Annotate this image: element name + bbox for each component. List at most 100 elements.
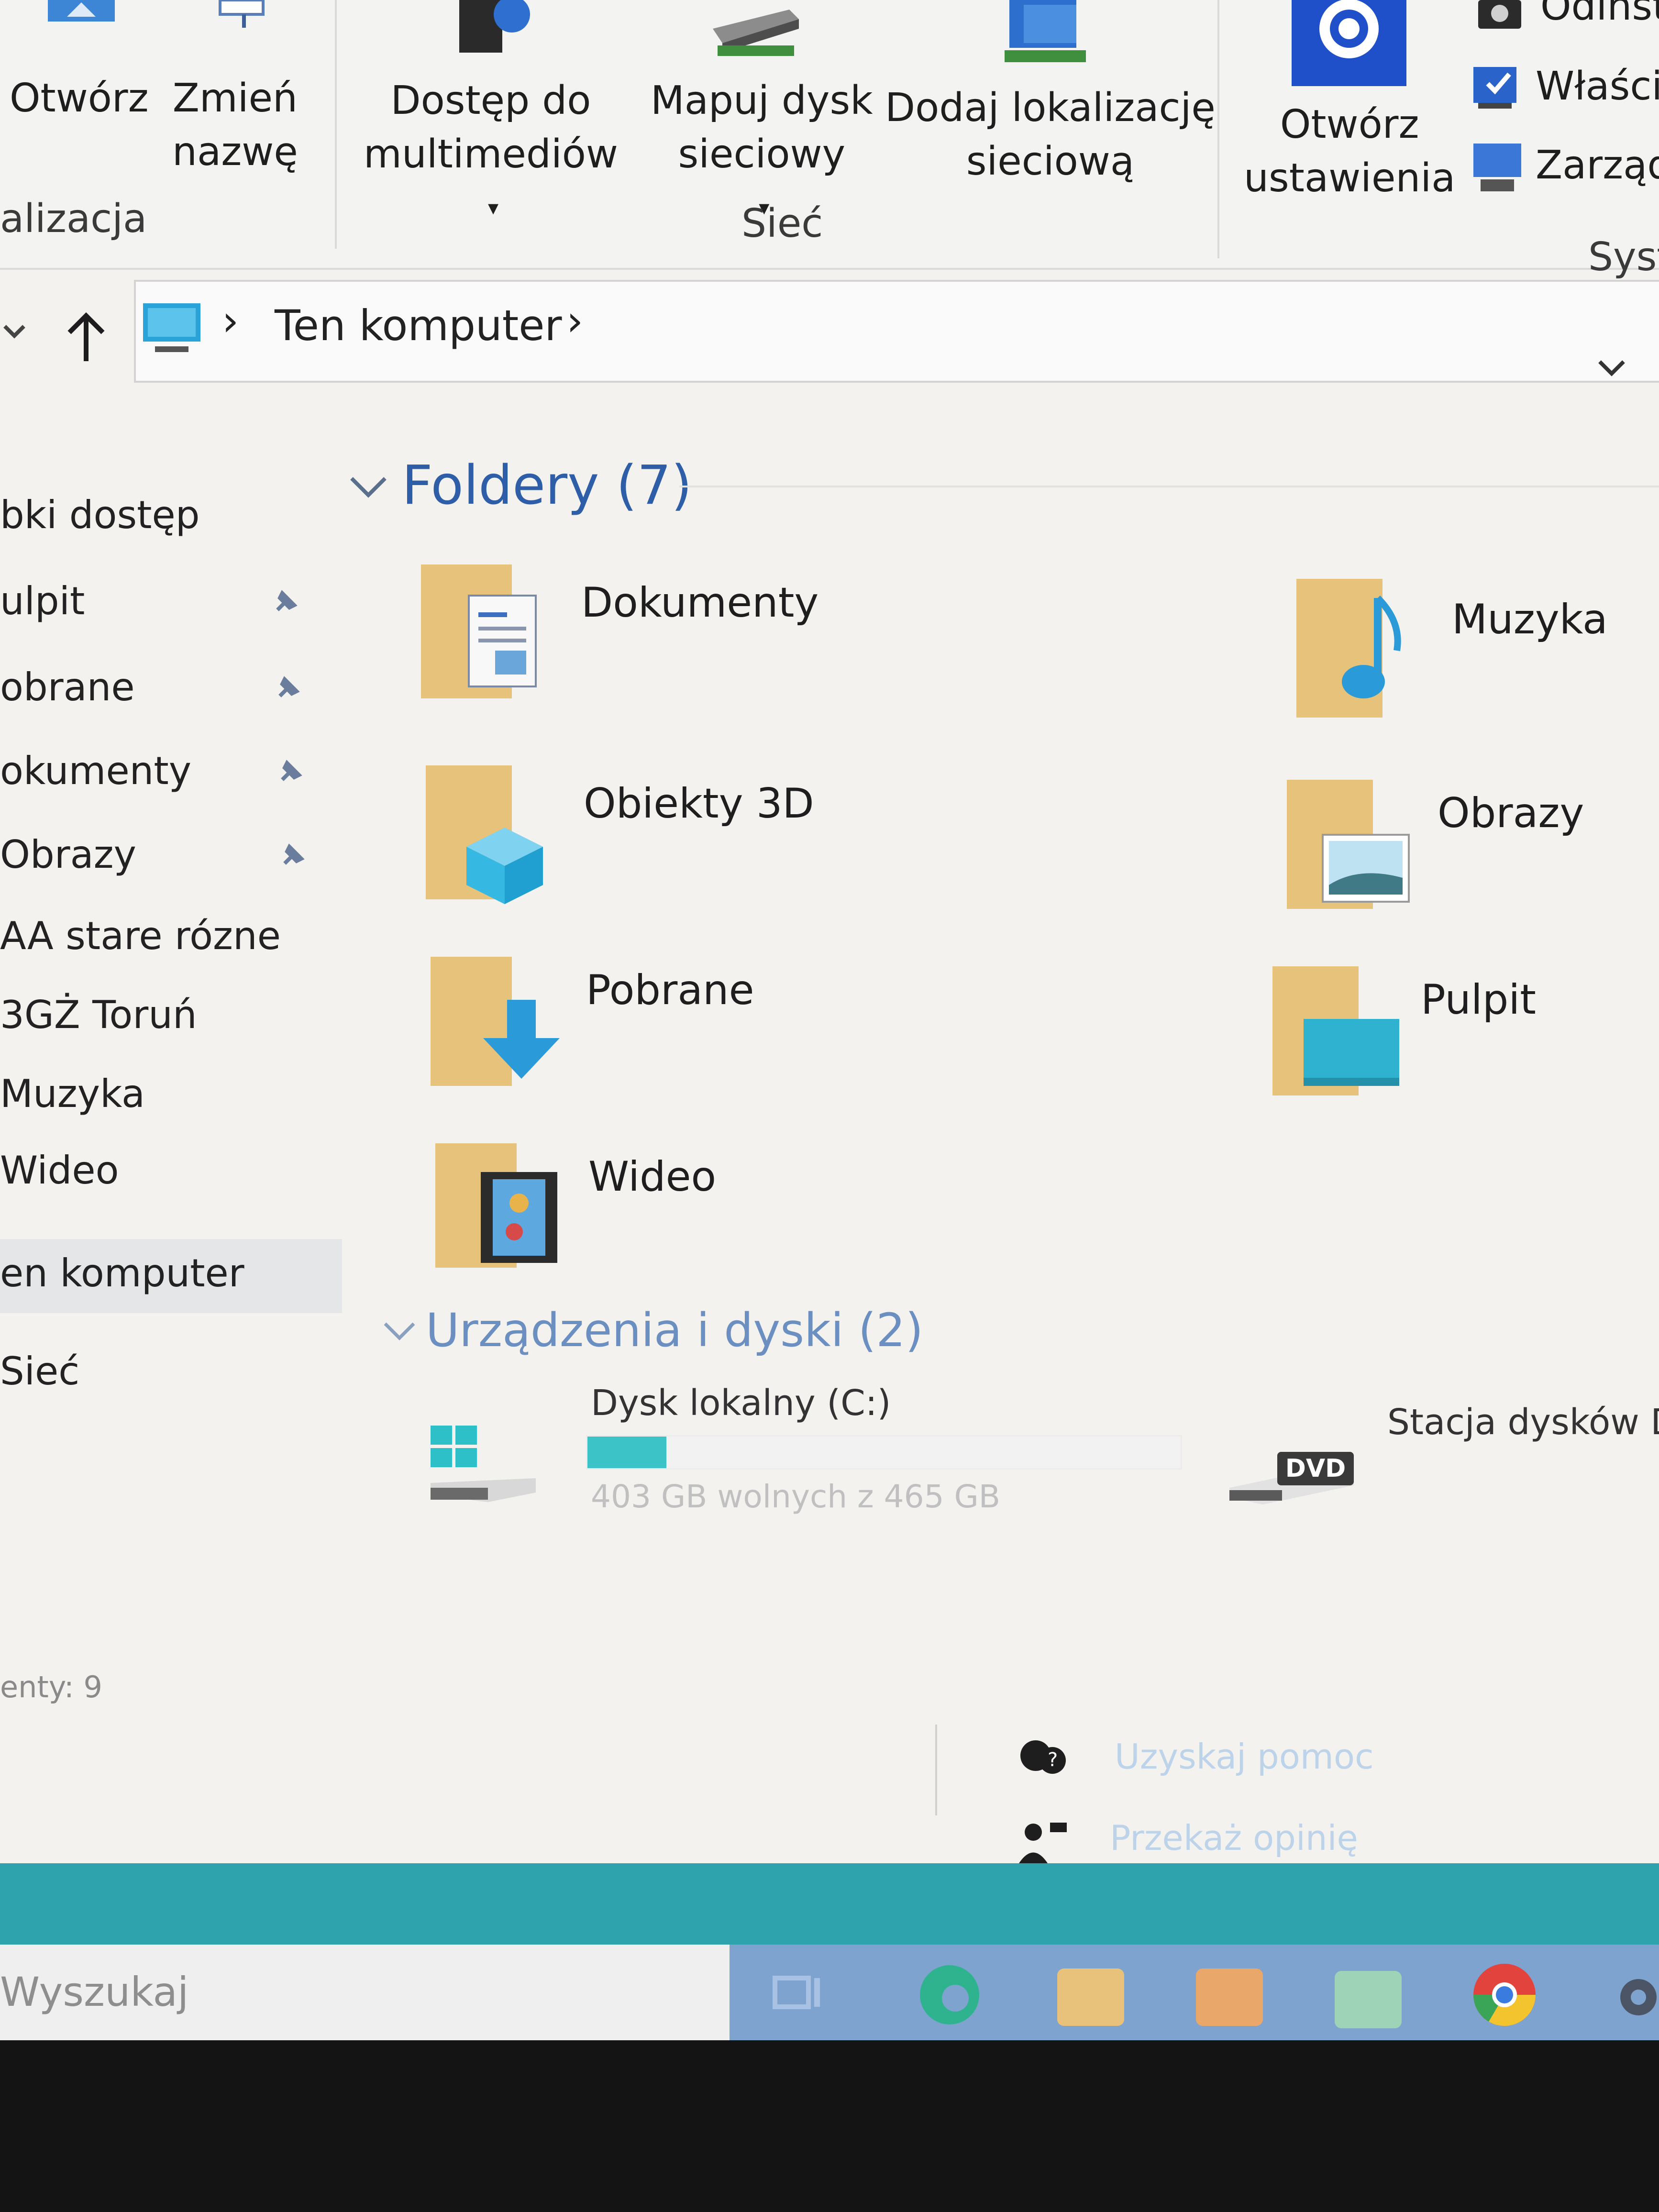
folder-name: Muzyka: [1452, 596, 1608, 643]
uninstall-label: Odinst: [1540, 0, 1659, 29]
system-group-label: Syst: [1588, 234, 1659, 280]
item-count-status: enty: 9: [0, 1670, 102, 1704]
pin-icon: [281, 760, 302, 781]
document-icon: [468, 595, 537, 687]
cube-icon: [466, 828, 543, 904]
map-drive-label-line2: sieciowy: [678, 132, 846, 177]
nav-quick-access[interactable]: bki dostęp: [0, 493, 200, 537]
feedback-person-icon: [1019, 1823, 1067, 1863]
nav-item-desktop[interactable]: ulpit: [0, 579, 85, 623]
settings-gear-icon: [1292, 0, 1406, 86]
nav-item-pictures[interactable]: Obrazy: [0, 832, 136, 877]
accent-band: [0, 1863, 1659, 1945]
this-pc-icon: [143, 303, 200, 352]
ribbon: Otwórz Zmień nazwę alizacja Dostęp do mu…: [0, 0, 1659, 280]
rename-icon: [219, 0, 265, 28]
feedback-link[interactable]: Przekaż opinię: [1110, 1818, 1358, 1858]
network-group-label: Sieć: [741, 201, 823, 246]
disk-usage-bar: [586, 1435, 1182, 1470]
task-view-icon[interactable]: [770, 1971, 828, 2019]
up-arrow-icon[interactable]: [62, 311, 110, 364]
network-location-icon: [1005, 0, 1086, 62]
map-drive-button[interactable]: Mapuj dysk sieciowy ▾: [641, 0, 873, 220]
picture-icon: [1322, 834, 1410, 903]
local-disk-name: Dysk lokalny (C:): [591, 1382, 891, 1424]
folder-name: Pobrane: [586, 966, 754, 1014]
nav-item-aaa-stare-rozne[interactable]: AA stare rózne: [0, 914, 281, 958]
devices-group-header[interactable]: Urządzenia i dyski (2): [426, 1304, 923, 1357]
help-question-icon: ?: [1020, 1740, 1066, 1774]
get-help-link[interactable]: Uzyskaj pomoc: [1115, 1736, 1374, 1777]
settings-gear-icon[interactable]: [1610, 1971, 1659, 2024]
desktop-icon: [1304, 1019, 1399, 1086]
file-explorer-icon[interactable]: [1057, 1969, 1124, 2026]
location-group-label: alizacja: [0, 196, 147, 242]
folder-tile-desktop[interactable]: Pulpit: [1272, 962, 1659, 1105]
dvd-badge: DVD: [1277, 1452, 1354, 1485]
uninstall-icon: [1478, 0, 1521, 29]
folder-tile-videos[interactable]: Wideo: [435, 1139, 866, 1282]
open-button[interactable]: Otwórz: [0, 0, 158, 158]
uninstall-button[interactable]: Odinst: [1469, 0, 1659, 38]
nav-item-bgz-torun[interactable]: 3GŻ Toruń: [0, 993, 197, 1037]
local-disk-free-space: 403 GB wolnych z 465 GB: [591, 1478, 1001, 1515]
rename-button[interactable]: Zmień nazwę: [167, 0, 311, 177]
taskbar-search-box[interactable]: Wyszukaj: [0, 1945, 730, 2040]
folder-name: Wideo: [588, 1153, 717, 1201]
collapse-folders-chevron-icon[interactable]: [347, 471, 390, 500]
dvd-drive-tile[interactable]: DVD Stacja dysków DV: [1225, 1402, 1659, 1526]
settings-label-line1: Otwórz: [1280, 102, 1419, 147]
breadcrumb-this-pc[interactable]: Ten komputer: [275, 301, 562, 350]
collapse-devices-chevron-icon[interactable]: [380, 1318, 419, 1344]
add-location-label-line2: sieciową: [966, 139, 1135, 184]
nav-item-music[interactable]: Muzyka: [0, 1072, 145, 1116]
folder-tile-music[interactable]: Muzyka: [1296, 574, 1659, 727]
store-icon[interactable]: [1196, 1969, 1263, 2026]
add-network-location-button[interactable]: Dodaj lokalizację sieciową: [875, 0, 1216, 191]
properties-icon: [1473, 67, 1516, 109]
folder-name: Pulpit: [1421, 976, 1536, 1024]
open-settings-button[interactable]: Otwórz ustawienia: [1234, 0, 1459, 206]
nav-item-this-pc[interactable]: en komputer: [0, 1251, 244, 1295]
folder-name: Obrazy: [1438, 789, 1584, 837]
ribbon-separator: [1217, 0, 1219, 258]
taskbar-search-placeholder: Wyszukaj: [0, 1969, 189, 2015]
open-label: Otwórz: [10, 76, 149, 121]
media-label-line2: multimediów: [364, 132, 618, 177]
edge-browser-icon[interactable]: [911, 1964, 988, 2026]
pin-icon: [278, 676, 300, 697]
nav-item-documents[interactable]: okumenty: [0, 749, 191, 793]
folder-tile-downloads[interactable]: Pobrane: [431, 952, 861, 1100]
pin-icon: [283, 843, 305, 865]
folders-group-header[interactable]: Foldery (7): [402, 454, 692, 517]
music-note-icon: [1342, 596, 1401, 698]
address-bar[interactable]: › Ten komputer ›: [134, 280, 1659, 383]
folder-tile-pictures[interactable]: Obrazy: [1287, 775, 1659, 918]
ribbon-separator: [335, 0, 337, 249]
media-access-button[interactable]: Dostęp do multimediów ▾: [354, 0, 636, 220]
manage-computer-icon: [1473, 144, 1521, 191]
disk-usage-fill: [587, 1437, 666, 1468]
settings-label-line2: ustawienia: [1244, 155, 1456, 201]
media-dropdown-caret: ▾: [487, 196, 499, 220]
properties-button[interactable]: Właściw: [1464, 62, 1659, 115]
address-dropdown-chevron-icon[interactable]: [1595, 356, 1628, 380]
chrome-browser-icon[interactable]: [1469, 1961, 1540, 2028]
nav-item-downloads[interactable]: obrane: [0, 665, 135, 709]
nav-item-network[interactable]: Sieć: [0, 1349, 79, 1394]
mail-icon[interactable]: [1335, 1971, 1402, 2028]
folder-name: Dokumenty: [581, 579, 819, 627]
network-drive-icon: [713, 10, 799, 56]
windows-drive-icon: [431, 1426, 536, 1502]
properties-label: Właściw: [1536, 64, 1659, 109]
manage-button[interactable]: Zarządz: [1464, 139, 1659, 196]
folder-tile-documents[interactable]: Dokumenty: [421, 560, 852, 713]
breadcrumb-separator[interactable]: ›: [566, 296, 583, 345]
screen-bezel: [0, 2040, 1659, 2212]
nav-item-videos[interactable]: Wideo: [0, 1148, 119, 1193]
folder-name: Obiekty 3D: [584, 780, 814, 828]
local-disk-tile[interactable]: Dysk lokalny (C:) 403 GB wolnych z 465 G…: [426, 1382, 1191, 1536]
folder-tile-3d-objects[interactable]: Obiekty 3D: [426, 761, 856, 918]
svg-text:?: ?: [1048, 1749, 1058, 1771]
recent-locations-chevron-icon[interactable]: [0, 321, 29, 344]
